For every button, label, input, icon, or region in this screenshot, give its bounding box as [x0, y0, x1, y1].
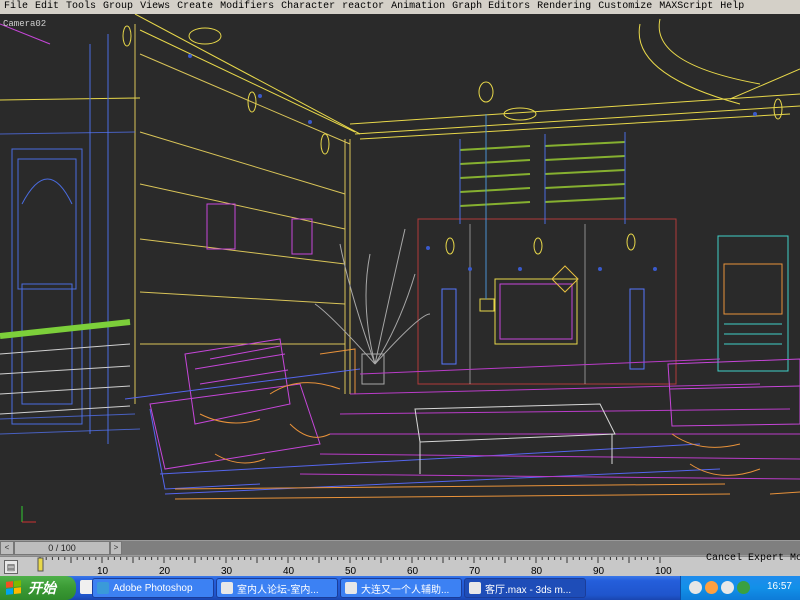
- network-icon[interactable]: [737, 581, 750, 594]
- menu-help[interactable]: Help: [716, 0, 747, 14]
- 3dsmax-icon: [469, 582, 481, 594]
- track-bar: ▤ 10 20 30 40 50 60 70 80 90 100 Cancel Expert Mo…: [0, 553, 800, 577]
- floor-wireframe: [299, 358, 800, 480]
- time-marker: [37, 557, 44, 572]
- start-label: 开始: [28, 580, 56, 596]
- windows-logo-icon: [6, 580, 22, 596]
- speakers-wireframe: [441, 288, 645, 370]
- sofa-left-wireframe: [149, 338, 321, 470]
- menu-views[interactable]: Views: [136, 0, 173, 14]
- ceiling-wireframe: [0, 14, 800, 140]
- menu-character[interactable]: Character: [277, 0, 338, 14]
- axis-gizmo: [21, 506, 36, 523]
- next-frame-button[interactable]: >: [110, 541, 122, 555]
- menu-edit[interactable]: Edit: [31, 0, 62, 14]
- track-bar-icon[interactable]: ▤: [4, 560, 18, 574]
- tray-icon[interactable]: [705, 581, 718, 594]
- time-slider[interactable]: 0 / 100: [14, 541, 110, 555]
- plant-wireframe: [314, 228, 431, 385]
- back-wall-wireframe: [417, 218, 677, 385]
- sofa-accent-wireframe: [174, 348, 731, 500]
- volume-icon[interactable]: [721, 581, 734, 594]
- menu-reactor[interactable]: reactor: [338, 0, 387, 14]
- task-label: 客厅.max - 3ds m...: [485, 584, 572, 596]
- task-browser-forum[interactable]: 室内人论坛-室内...: [216, 578, 338, 598]
- railing-wireframe: [0, 319, 131, 415]
- menu-tools[interactable]: Tools: [62, 0, 99, 14]
- menu-bar: File Edit Tools Group Views Create Modif…: [0, 0, 800, 14]
- task-label: 室内人论坛-室内...: [237, 584, 319, 596]
- task-label: 大连又一个人辅助...: [361, 584, 450, 596]
- start-button[interactable]: 开始: [0, 576, 76, 600]
- task-label: Adobe Photoshop: [113, 582, 193, 594]
- menu-group[interactable]: Group: [99, 0, 136, 14]
- cabinet-wireframe: [717, 235, 789, 372]
- taskbar: 开始 Adobe Photoshop 室内人论坛-室内... 大连又一个人辅助.…: [0, 576, 800, 600]
- task-photoshop[interactable]: Adobe Photoshop: [92, 578, 214, 598]
- left-wall-wireframe: [134, 24, 351, 404]
- window-blinds: [459, 141, 626, 207]
- browser-icon: [221, 582, 233, 594]
- sofa-right-wireframe: [667, 358, 800, 427]
- clock: 16:57: [766, 581, 792, 592]
- track-ticks[interactable]: 10 20 30 40 50 60 70 80 90 100: [32, 557, 702, 577]
- menu-create[interactable]: Create: [173, 0, 216, 14]
- viewport-label[interactable]: Camera02: [3, 19, 46, 29]
- menu-rendering[interactable]: Rendering: [533, 0, 594, 14]
- photoshop-icon: [97, 582, 109, 594]
- wireframe-scene: [0, 14, 800, 523]
- menu-customize[interactable]: Customize: [594, 0, 655, 14]
- camera-viewport[interactable]: Camera02: [0, 14, 800, 540]
- tray-icon[interactable]: [689, 581, 702, 594]
- app-window: File Edit Tools Group Views Create Modif…: [0, 0, 800, 600]
- task-3dsmax[interactable]: 客厅.max - 3ds m...: [464, 578, 586, 598]
- menu-animation[interactable]: Animation: [387, 0, 448, 14]
- time-slider-bar: < 0 / 100 >: [0, 540, 800, 556]
- door-wireframe: [0, 23, 109, 444]
- system-tray: 16:57: [680, 576, 800, 600]
- expert-mode-status[interactable]: Cancel Expert Mode: [706, 553, 800, 564]
- menu-file[interactable]: File: [0, 0, 31, 14]
- browser-icon: [345, 582, 357, 594]
- time-track[interactable]: [122, 541, 800, 555]
- prev-frame-button[interactable]: <: [0, 541, 14, 555]
- menu-modifiers[interactable]: Modifiers: [216, 0, 277, 14]
- menu-maxscript[interactable]: MAXScript: [655, 0, 716, 14]
- menu-graph-editors[interactable]: Graph Editors: [448, 0, 533, 14]
- task-browser-dalian[interactable]: 大连又一个人辅助...: [340, 578, 462, 598]
- coffee-table-wireframe: [414, 403, 616, 474]
